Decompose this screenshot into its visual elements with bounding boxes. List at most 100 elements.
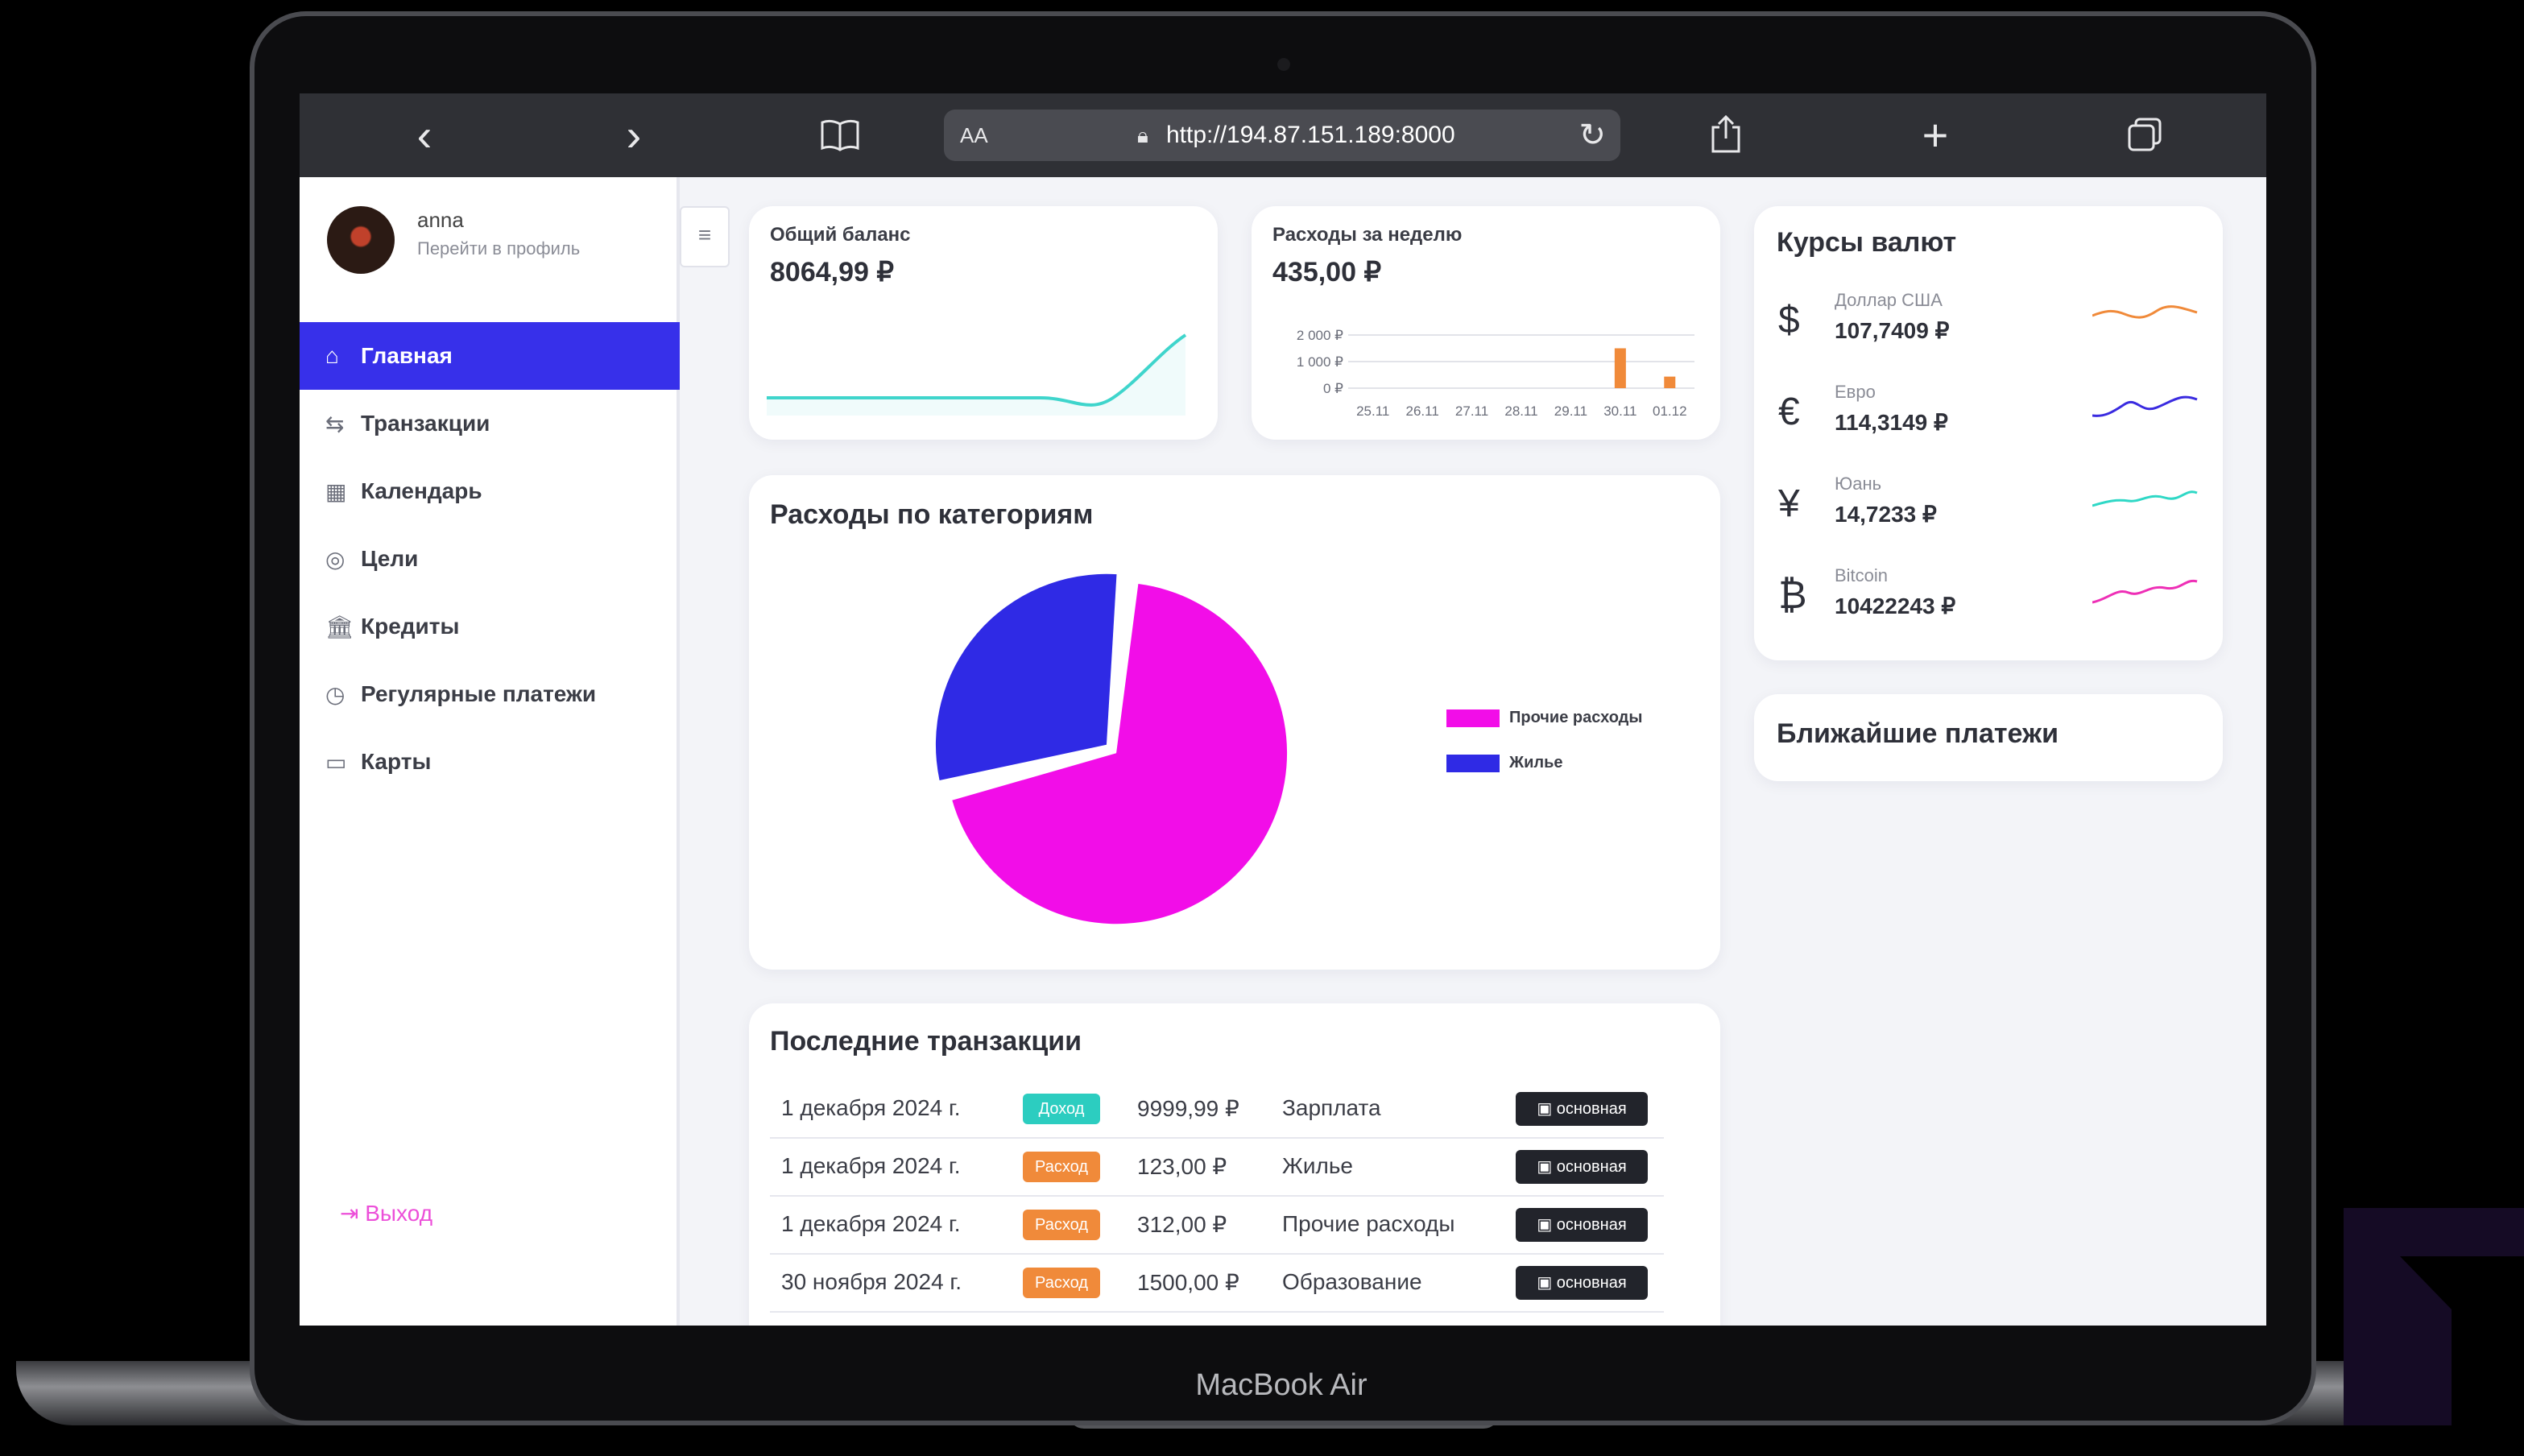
- transaction-card-badge[interactable]: ▣ основная: [1516, 1208, 1648, 1242]
- transaction-category: Прочие расходы: [1282, 1211, 1455, 1236]
- share-icon[interactable]: [1690, 93, 1762, 181]
- target-icon: ◎: [325, 546, 345, 572]
- transaction-type-badge: Расход: [1023, 1268, 1100, 1298]
- sidebar-item-label: Цели: [361, 546, 419, 571]
- currency-symbol: ₿: [1778, 574, 1807, 617]
- sidebar-item-label: Регулярные платежи: [361, 681, 597, 706]
- x-tick-label: 28.11: [1504, 403, 1537, 419]
- tabs-icon[interactable]: [2108, 93, 2181, 180]
- transaction-card-badge[interactable]: ▣ основная: [1516, 1266, 1648, 1300]
- table-row[interactable]: 1 декабря 2024 г. Расход 123,00 ₽ Жилье ▣ ос…: [770, 1137, 1664, 1197]
- table-row[interactable]: 1 декабря 2024 г. Доход 9999,99 ₽ Зарплата ▣…: [770, 1079, 1664, 1139]
- clock-icon: ◷: [325, 681, 345, 707]
- transaction-type-badge: Расход: [1023, 1210, 1100, 1240]
- profile-link[interactable]: Перейти в профиль: [417, 238, 580, 259]
- transaction-card-badge[interactable]: ▣ основная: [1516, 1092, 1648, 1126]
- y-tick-label: 2 000 ₽: [1297, 328, 1343, 343]
- upcoming-title: Ближайшие платежи: [1777, 718, 2059, 749]
- card-label: основная: [1556, 1274, 1627, 1292]
- currency-name: Доллар США: [1835, 290, 1943, 310]
- table-row[interactable]: 1 декабря 2024 г. Расход 312,00 ₽ Прочие ра…: [770, 1195, 1664, 1255]
- x-tick-label: 26.11: [1406, 403, 1439, 419]
- x-tick-label: 30.11: [1603, 403, 1636, 419]
- transaction-date: 30 ноября 2024 г.: [781, 1269, 962, 1294]
- transactions-title: Последние транзакции: [770, 1026, 1082, 1057]
- x-tick-label: 01.12: [1653, 403, 1687, 419]
- categories-title: Расходы по категориям: [770, 499, 1094, 530]
- transaction-date: 1 декабря 2024 г.: [781, 1095, 961, 1120]
- x-tick-label: 25.11: [1356, 403, 1389, 419]
- currency-sparkline: [2092, 579, 2198, 604]
- sidebar-item-transactions[interactable]: ⇆ Транзакции: [300, 390, 680, 457]
- calendar-icon: ▦: [325, 478, 347, 504]
- balance-sparkline: [767, 333, 1187, 416]
- weekly-bar-chart: 2 000 ₽ 1 000 ₽ 0 ₽ 25.11 26.11 27.11 28.11 29.…: [1297, 328, 1694, 419]
- legend-swatch: [1446, 709, 1500, 727]
- sidebar-item-label: Карты: [361, 749, 432, 774]
- sidebar-item-regular-payments[interactable]: ◷ Регулярные платежи: [300, 660, 680, 728]
- bar[interactable]: [1614, 348, 1626, 389]
- reader-aa-button[interactable]: AA: [960, 110, 988, 161]
- bar[interactable]: [1664, 376, 1676, 388]
- reload-icon[interactable]: ↻: [1579, 110, 1606, 161]
- currency-sparkline: [2092, 395, 2198, 417]
- bookmarks-icon[interactable]: [804, 93, 876, 178]
- bank-icon: 🏛︎: [325, 614, 354, 639]
- legend-label: Жилье: [1509, 754, 1563, 771]
- transaction-category: Образование: [1282, 1269, 1422, 1294]
- menu-toggle-button[interactable]: ≡: [680, 206, 730, 267]
- weekly-value: 435,00 ₽: [1272, 257, 1382, 287]
- sidebar-item-calendar[interactable]: ▦ Календарь: [300, 457, 680, 525]
- card-icon: ▣: [1537, 1158, 1557, 1176]
- sidebar-item-credits[interactable]: 🏛︎ Кредиты: [300, 593, 680, 660]
- camera-icon: [1277, 58, 1290, 71]
- sidebar-item-cards[interactable]: ▭ Карты: [300, 728, 680, 796]
- forward-icon[interactable]: ›: [598, 93, 670, 177]
- pie-slice-housing[interactable]: [935, 573, 1117, 780]
- transaction-amount: 9999,99 ₽: [1137, 1096, 1239, 1121]
- transaction-type-badge: Доход: [1023, 1094, 1100, 1124]
- legend-item-housing[interactable]: Жилье: [1446, 754, 1563, 772]
- sidebar-item-label: Календарь: [361, 478, 482, 503]
- sidebar-item-label: Кредиты: [361, 614, 460, 639]
- x-tick-label: 27.11: [1455, 403, 1488, 419]
- currency-name: Юань: [1835, 474, 1882, 494]
- device-label: MacBook Air: [1195, 1368, 1368, 1402]
- transaction-date: 1 декабря 2024 г.: [781, 1153, 961, 1178]
- browser-screen: ‹ › AA 🔒︎ http://194.87.151.189:8000 ↻ +…: [300, 93, 2266, 1326]
- weekly-label: Расходы за неделю: [1272, 224, 1463, 246]
- table-row[interactable]: 30 ноября 2024 г. Расход 1500,00 ₽ Образова…: [770, 1253, 1664, 1313]
- sidebar-item-label: Главная: [361, 343, 453, 368]
- legend-item-other[interactable]: Прочие расходы: [1446, 709, 1642, 727]
- sidebar: anna Перейти в профиль ⌂ Главная ⇆ Транз…: [300, 177, 680, 1326]
- avatar[interactable]: [327, 206, 395, 274]
- card-label: основная: [1556, 1158, 1627, 1176]
- currency-card: Курсы валют $ Доллар США 107,7409 ₽ € Евро 11…: [1754, 206, 2223, 660]
- url-text[interactable]: http://194.87.151.189:8000: [1166, 110, 1455, 161]
- transaction-card-badge[interactable]: ▣ основная: [1516, 1150, 1648, 1184]
- currency-symbol: $: [1778, 299, 1800, 341]
- transaction-amount: 1500,00 ₽: [1137, 1270, 1239, 1295]
- transaction-amount: 123,00 ₽: [1137, 1154, 1227, 1179]
- transaction-date: 1 декабря 2024 г.: [781, 1211, 961, 1236]
- currency-sparkline: [2092, 490, 2198, 507]
- balance-card: Общий баланс 8064,99 ₽: [749, 206, 1218, 440]
- logout-icon: ⇥: [340, 1201, 359, 1226]
- upcoming-payments-card: Ближайшие платежи: [1754, 694, 2223, 781]
- card-label: основная: [1556, 1100, 1627, 1118]
- back-icon[interactable]: ‹: [388, 93, 461, 177]
- currency-value: 107,7409 ₽: [1835, 318, 1950, 343]
- logout-button[interactable]: ⇥ Выход: [340, 1200, 432, 1226]
- new-tab-icon[interactable]: +: [1899, 93, 1972, 177]
- categories-pie-chart: [935, 573, 1288, 924]
- currency-value: 10422243 ₽: [1835, 594, 1956, 618]
- currency-name: Bitcoin: [1835, 565, 1889, 585]
- transactions-card: Последние транзакции 1 декабря 2024 г. До…: [749, 1003, 1720, 1326]
- transaction-category: Жилье: [1282, 1153, 1353, 1178]
- x-tick-label: 29.11: [1554, 403, 1587, 419]
- sidebar-item-goals[interactable]: ◎ Цели: [300, 525, 680, 593]
- sidebar-item-home[interactable]: ⌂ Главная: [300, 322, 680, 390]
- card-icon: ▭: [325, 749, 347, 775]
- address-bar[interactable]: AA 🔒︎ http://194.87.151.189:8000 ↻: [944, 110, 1620, 161]
- browser-toolbar: ‹ › AA 🔒︎ http://194.87.151.189:8000 ↻ +: [300, 93, 2266, 177]
